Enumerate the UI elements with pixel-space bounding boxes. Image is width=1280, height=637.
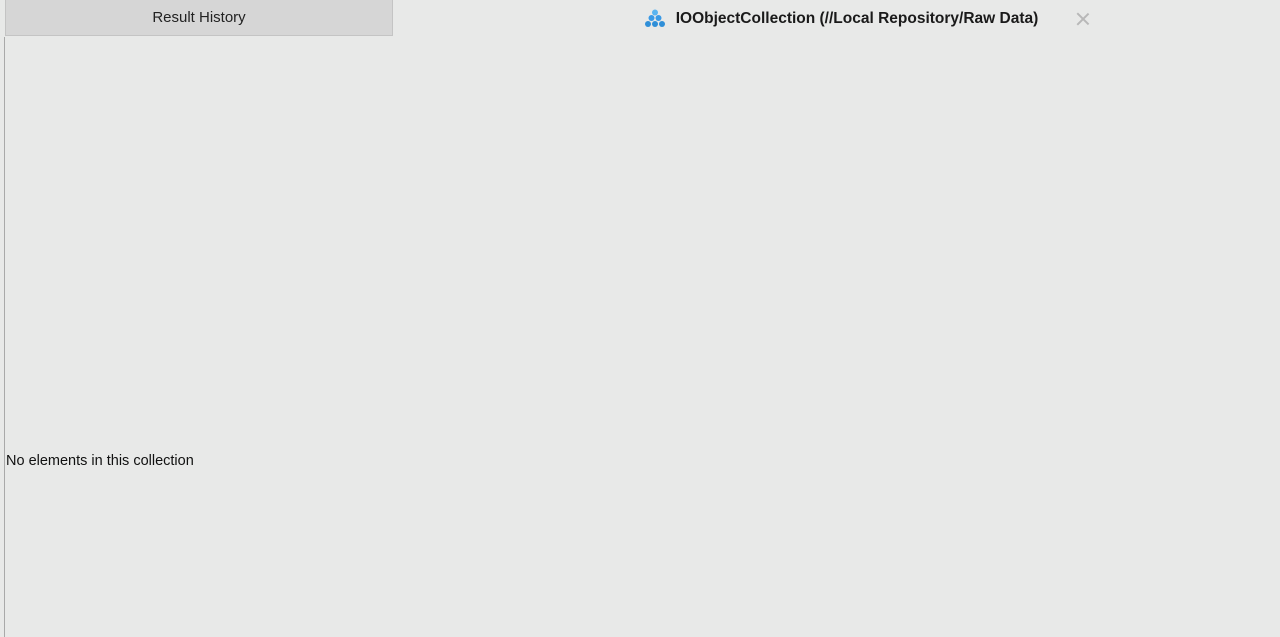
- tab-iobjectcollection[interactable]: IOObjectCollection (//Local Repository/R…: [394, 0, 1280, 37]
- collection-view-panel: No elements in this collection: [4, 37, 1280, 637]
- tab-result-history[interactable]: Result History: [5, 0, 393, 36]
- tab-bar: Result History IOObjectCollection (//Loc…: [0, 0, 1280, 37]
- empty-collection-message: No elements in this collection: [6, 453, 194, 469]
- tab-iobjectcollection-label: IOObjectCollection (//Local Repository/R…: [675, 9, 1039, 27]
- close-icon[interactable]: [1076, 12, 1090, 26]
- tab-result-history-label: Result History: [152, 9, 246, 26]
- collection-icon: [644, 8, 666, 30]
